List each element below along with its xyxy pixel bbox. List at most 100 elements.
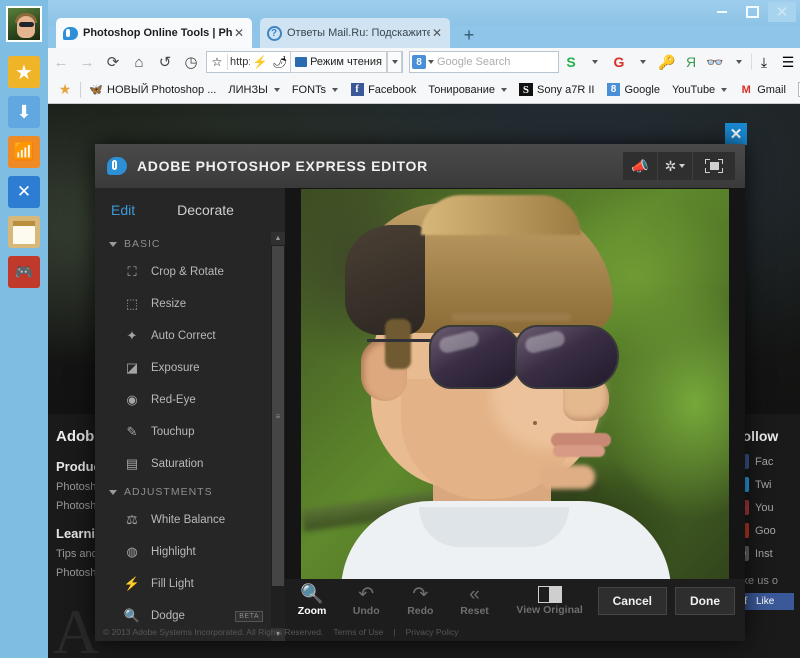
notes-icon[interactable] [8, 216, 40, 248]
tool-saturation[interactable]: ▤ Saturation [95, 448, 271, 480]
skype-icon[interactable]: S [559, 50, 583, 74]
tab-edit[interactable]: Edit [111, 202, 135, 218]
editor-tab-bar: Edit Decorate [95, 188, 285, 232]
undo-navigation-icon[interactable]: ↺ [152, 49, 178, 75]
reload-icon[interactable]: ⟳ [100, 49, 126, 75]
bookmark-ma[interactable]: Ma [792, 79, 800, 101]
person-search-icon[interactable]: Я [679, 50, 703, 74]
tool-touchup[interactable]: ✎ Touchup [95, 416, 271, 448]
tool-highlight[interactable]: ◍ Highlight [95, 536, 271, 568]
pepper-icon[interactable]: 🌶 [270, 53, 290, 71]
tool-panel-scrollbar[interactable]: ▲ ≡ ▼ [271, 232, 285, 641]
download-icon[interactable]: ⤓ [752, 50, 776, 74]
history-clock-icon[interactable]: ◷ [178, 49, 204, 75]
terms-of-use-link[interactable]: Terms of Use [333, 627, 383, 637]
bookmark-novyy-photoshop[interactable]: 🦋 НОВЫЙ Photoshop ... [83, 79, 222, 101]
group-header-adjustments[interactable]: ADJUSTMENTS [95, 480, 271, 504]
gmail-icon: M [741, 83, 751, 96]
facebook-icon: f [350, 83, 364, 97]
fullscreen-icon[interactable] [693, 152, 735, 180]
chevron-down-icon [109, 489, 117, 495]
tool-resize[interactable]: ⬚ Resize [95, 288, 271, 320]
scrollbar-thumb[interactable]: ≡ [272, 246, 284, 586]
bookmarks-star-icon[interactable]: ★ [8, 56, 40, 88]
tab-close-icon[interactable]: ✕ [430, 26, 444, 40]
editor-canvas[interactable] [285, 188, 745, 579]
book-icon [295, 57, 308, 67]
browser-left-rail: ★ ⬇ 📶 ✕ 🎮 [0, 0, 48, 658]
back-icon[interactable]: ← [48, 49, 74, 75]
editor-tool-panel: Edit Decorate BASIC ⛶ Crop & Rotate ⬚ Re… [95, 188, 285, 641]
split-view-icon [537, 586, 562, 603]
bookmark-label: YouTube [671, 83, 716, 96]
undo-arrow-icon: ↶ [358, 583, 375, 605]
feedback-megaphone-icon[interactable]: 📣 [623, 152, 658, 180]
downloads-icon[interactable]: ⬇ [8, 96, 40, 128]
tool-label: Exposure [151, 362, 200, 374]
bookmark-label: НОВЫЙ Photoshop ... [107, 83, 217, 96]
view-original-button[interactable]: View Original [502, 579, 598, 623]
tool-label: White Balance [151, 514, 226, 526]
home-icon[interactable]: ⌂ [126, 49, 152, 75]
bookmark-tonirovanie[interactable]: Тонирование [422, 79, 513, 101]
editor-header-tools: 📣 ✲ [623, 152, 735, 180]
cancel-button[interactable]: Cancel [597, 587, 667, 615]
group-header-basic[interactable]: BASIC [95, 232, 271, 256]
address-bar[interactable]: ☆ http://\ ⚡ 🌶 Режим чтения [206, 51, 403, 73]
done-button[interactable]: Done [675, 587, 735, 615]
google-icon[interactable]: G [607, 50, 631, 74]
tool-auto-correct[interactable]: ✦ Auto Correct [95, 320, 271, 352]
scroll-up-arrow-icon[interactable]: ▲ [271, 232, 285, 245]
tool-fill-light[interactable]: ⚡ Fill Light [95, 568, 271, 600]
tool-exposure[interactable]: ◪ Exposure [95, 352, 271, 384]
bookmark-google[interactable]: 8 Google [600, 79, 665, 101]
tool-crop-rotate[interactable]: ⛶ Crop & Rotate [95, 256, 271, 288]
tools-wrench-icon[interactable]: ✕ [8, 176, 40, 208]
key-icon[interactable]: 🔑 [655, 50, 679, 74]
bookmark-linzy[interactable]: ЛИНЗЫ [222, 79, 285, 101]
overflow-caret-icon[interactable] [727, 50, 751, 74]
address-dropdown-button[interactable] [387, 51, 402, 73]
tab-decorate[interactable]: Decorate [177, 202, 234, 218]
profile-thumbnail[interactable] [6, 6, 42, 42]
bolt-icon: ⚡ [123, 576, 141, 591]
undo-button[interactable]: ↶ Undo [339, 579, 393, 623]
zoom-button[interactable]: 🔍 Zoom [285, 579, 339, 623]
bookmark-star[interactable]: ★ [52, 79, 78, 101]
navigation-toolbar: ← → ⟳ ⌂ ↺ ◷ ☆ http://\ ⚡ 🌶 Режим чтения … [48, 48, 800, 77]
tab-photoshop-online-tools[interactable]: Photoshop Online Tools | Photo... ✕ [56, 18, 252, 48]
privacy-policy-link[interactable]: Privacy Policy [406, 627, 459, 637]
bookmark-facebook[interactable]: f Facebook [344, 79, 422, 101]
menu-icon[interactable]: ☰ [776, 50, 800, 74]
reset-button[interactable]: « Reset [447, 579, 501, 623]
tool-white-balance[interactable]: ⚖ White Balance [95, 504, 271, 536]
skype-caret-icon[interactable] [583, 50, 607, 74]
search-box[interactable]: 8 Google Search [409, 51, 559, 73]
bookmark-gmail[interactable]: M Gmail [733, 79, 792, 101]
bookmark-fonts[interactable]: FONTs [286, 79, 344, 101]
bookmark-star-icon[interactable]: ☆ [207, 53, 227, 71]
search-engine-icon[interactable]: 8 [412, 55, 426, 69]
lightning-icon[interactable]: ⚡ [250, 53, 270, 71]
settings-gear-icon[interactable]: ✲ [658, 152, 693, 180]
tab-otvety-mail-ru[interactable]: ? Ответы Mail.Ru: Подскажите он... ✕ [260, 18, 450, 48]
reading-mode-button[interactable]: Режим чтения [290, 51, 387, 73]
tab-strip: Photoshop Online Tools | Photo... ✕ ? От… [48, 0, 800, 48]
mustache-icon[interactable]: 👓 [703, 50, 727, 74]
tool-label: Highlight [151, 546, 196, 558]
bookmark-sony-a7r-ii[interactable]: S Sony a7R II [513, 79, 600, 101]
editor-footer: 🔍 Zoom ↶ Undo ↷ Redo « Reset View Origin… [103, 579, 745, 641]
search-input[interactable]: Google Search [434, 56, 510, 68]
tool-label: Crop & Rotate [151, 266, 224, 278]
forward-icon[interactable]: → [74, 49, 100, 75]
tab-close-icon[interactable]: ✕ [232, 26, 246, 40]
tool-red-eye[interactable]: ◉ Red-Eye [95, 384, 271, 416]
games-gamepad-icon[interactable]: 🎮 [8, 256, 40, 288]
new-tab-button[interactable]: + [458, 24, 480, 46]
rss-feed-icon[interactable]: 📶 [8, 136, 40, 168]
bookmark-youtube[interactable]: YouTube [666, 79, 733, 101]
google-caret-icon[interactable] [631, 50, 655, 74]
editor-close-button[interactable]: ✕ [725, 123, 747, 145]
redo-button[interactable]: ↷ Redo [393, 579, 447, 623]
bookmark-label: Sony a7R II [536, 83, 595, 96]
